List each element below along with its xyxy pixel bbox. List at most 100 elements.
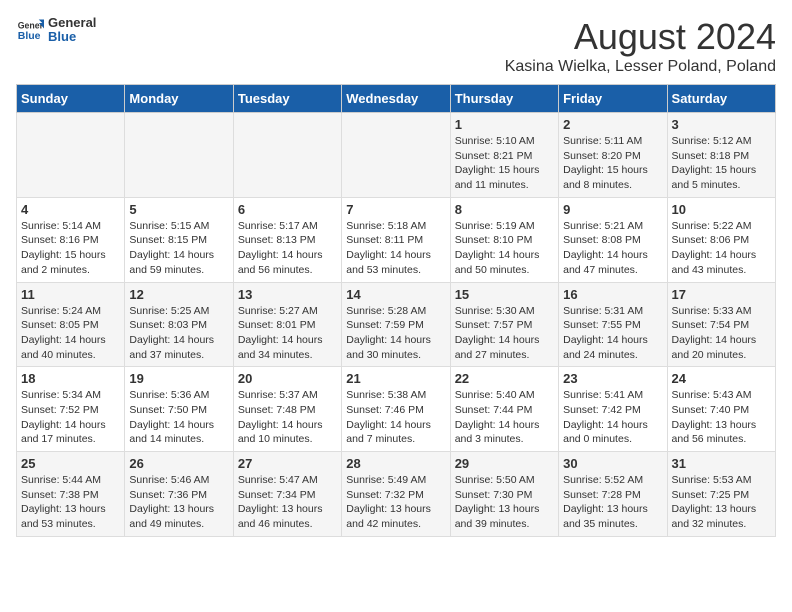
day-number: 4 [21,202,120,217]
day-number: 2 [563,117,662,132]
weekday-header-tuesday: Tuesday [233,85,341,113]
calendar-cell: 29 Sunrise: 5:50 AM Sunset: 7:30 PM Dayl… [450,452,558,537]
calendar-cell: 7 Sunrise: 5:18 AM Sunset: 8:11 PM Dayli… [342,197,450,282]
sunset-text: Sunset: 8:03 PM [129,319,207,331]
sunrise-text: Sunrise: 5:53 AM [672,474,752,486]
main-title: August 2024 [505,16,776,58]
calendar-cell: 8 Sunrise: 5:19 AM Sunset: 8:10 PM Dayli… [450,197,558,282]
daylight-text: Daylight: 13 hours and 35 minutes. [563,503,648,530]
sunset-text: Sunset: 8:11 PM [346,234,423,246]
calendar-cell: 9 Sunrise: 5:21 AM Sunset: 8:08 PM Dayli… [559,197,667,282]
daylight-text: Daylight: 14 hours and 27 minutes. [455,334,540,361]
sunrise-text: Sunrise: 5:38 AM [346,389,426,401]
logo: General Blue General Blue [16,16,96,45]
day-number: 22 [455,371,554,386]
cell-content: Sunrise: 5:17 AM Sunset: 8:13 PM Dayligh… [238,219,337,278]
calendar-cell: 20 Sunrise: 5:37 AM Sunset: 7:48 PM Dayl… [233,367,341,452]
daylight-text: Daylight: 14 hours and 53 minutes. [346,249,431,276]
daylight-text: Daylight: 13 hours and 49 minutes. [129,503,214,530]
sunset-text: Sunset: 7:54 PM [672,319,750,331]
sunrise-text: Sunrise: 5:41 AM [563,389,643,401]
day-number: 25 [21,456,120,471]
logo-general-text: General [48,16,96,30]
calendar-cell: 10 Sunrise: 5:22 AM Sunset: 8:06 PM Dayl… [667,197,775,282]
daylight-text: Daylight: 14 hours and 50 minutes. [455,249,540,276]
day-number: 24 [672,371,771,386]
sunrise-text: Sunrise: 5:15 AM [129,220,209,232]
day-number: 31 [672,456,771,471]
sunrise-text: Sunrise: 5:37 AM [238,389,318,401]
calendar-cell [233,113,341,198]
cell-content: Sunrise: 5:25 AM Sunset: 8:03 PM Dayligh… [129,304,228,363]
sunset-text: Sunset: 8:16 PM [21,234,99,246]
calendar-cell [342,113,450,198]
day-number: 26 [129,456,228,471]
day-number: 8 [455,202,554,217]
calendar-week-row: 4 Sunrise: 5:14 AM Sunset: 8:16 PM Dayli… [17,197,776,282]
sunrise-text: Sunrise: 5:24 AM [21,305,101,317]
calendar-cell: 18 Sunrise: 5:34 AM Sunset: 7:52 PM Dayl… [17,367,125,452]
sunrise-text: Sunrise: 5:43 AM [672,389,752,401]
sunset-text: Sunset: 7:48 PM [238,404,316,416]
day-number: 12 [129,287,228,302]
sunset-text: Sunset: 7:34 PM [238,489,316,501]
daylight-text: Daylight: 14 hours and 20 minutes. [672,334,757,361]
calendar-cell: 24 Sunrise: 5:43 AM Sunset: 7:40 PM Dayl… [667,367,775,452]
day-number: 30 [563,456,662,471]
calendar-week-row: 25 Sunrise: 5:44 AM Sunset: 7:38 PM Dayl… [17,452,776,537]
day-number: 3 [672,117,771,132]
sunrise-text: Sunrise: 5:28 AM [346,305,426,317]
day-number: 15 [455,287,554,302]
daylight-text: Daylight: 13 hours and 53 minutes. [21,503,106,530]
weekday-header-thursday: Thursday [450,85,558,113]
subtitle: Kasina Wielka, Lesser Poland, Poland [505,58,776,76]
weekday-header-row: SundayMondayTuesdayWednesdayThursdayFrid… [17,85,776,113]
calendar-cell [125,113,233,198]
daylight-text: Daylight: 14 hours and 30 minutes. [346,334,431,361]
sunrise-text: Sunrise: 5:12 AM [672,135,752,147]
daylight-text: Daylight: 14 hours and 3 minutes. [455,419,540,446]
daylight-text: Daylight: 13 hours and 39 minutes. [455,503,540,530]
daylight-text: Daylight: 13 hours and 32 minutes. [672,503,757,530]
daylight-text: Daylight: 14 hours and 34 minutes. [238,334,323,361]
page-header: General Blue General Blue August 2024 Ka… [16,16,776,76]
day-number: 23 [563,371,662,386]
cell-content: Sunrise: 5:41 AM Sunset: 7:42 PM Dayligh… [563,388,662,447]
sunset-text: Sunset: 7:50 PM [129,404,207,416]
calendar-cell: 3 Sunrise: 5:12 AM Sunset: 8:18 PM Dayli… [667,113,775,198]
calendar-cell [17,113,125,198]
calendar-cell: 28 Sunrise: 5:49 AM Sunset: 7:32 PM Dayl… [342,452,450,537]
day-number: 11 [21,287,120,302]
cell-content: Sunrise: 5:38 AM Sunset: 7:46 PM Dayligh… [346,388,445,447]
daylight-text: Daylight: 13 hours and 46 minutes. [238,503,323,530]
cell-content: Sunrise: 5:50 AM Sunset: 7:30 PM Dayligh… [455,473,554,532]
sunrise-text: Sunrise: 5:22 AM [672,220,752,232]
sunrise-text: Sunrise: 5:34 AM [21,389,101,401]
sunrise-text: Sunrise: 5:14 AM [21,220,101,232]
logo-blue-text: Blue [48,30,96,44]
sunrise-text: Sunrise: 5:44 AM [21,474,101,486]
sunset-text: Sunset: 7:28 PM [563,489,641,501]
sunrise-text: Sunrise: 5:10 AM [455,135,535,147]
day-number: 13 [238,287,337,302]
calendar-cell: 21 Sunrise: 5:38 AM Sunset: 7:46 PM Dayl… [342,367,450,452]
calendar-week-row: 11 Sunrise: 5:24 AM Sunset: 8:05 PM Dayl… [17,282,776,367]
daylight-text: Daylight: 14 hours and 17 minutes. [21,419,106,446]
sunset-text: Sunset: 7:42 PM [563,404,641,416]
day-number: 29 [455,456,554,471]
sunset-text: Sunset: 7:25 PM [672,489,750,501]
calendar-cell: 31 Sunrise: 5:53 AM Sunset: 7:25 PM Dayl… [667,452,775,537]
weekday-header-saturday: Saturday [667,85,775,113]
sunset-text: Sunset: 7:52 PM [21,404,99,416]
day-number: 6 [238,202,337,217]
sunset-text: Sunset: 8:06 PM [672,234,750,246]
daylight-text: Daylight: 14 hours and 0 minutes. [563,419,648,446]
sunset-text: Sunset: 7:38 PM [21,489,99,501]
daylight-text: Daylight: 14 hours and 47 minutes. [563,249,648,276]
sunset-text: Sunset: 7:36 PM [129,489,207,501]
cell-content: Sunrise: 5:14 AM Sunset: 8:16 PM Dayligh… [21,219,120,278]
daylight-text: Daylight: 14 hours and 24 minutes. [563,334,648,361]
sunset-text: Sunset: 7:44 PM [455,404,533,416]
calendar-cell: 5 Sunrise: 5:15 AM Sunset: 8:15 PM Dayli… [125,197,233,282]
cell-content: Sunrise: 5:49 AM Sunset: 7:32 PM Dayligh… [346,473,445,532]
